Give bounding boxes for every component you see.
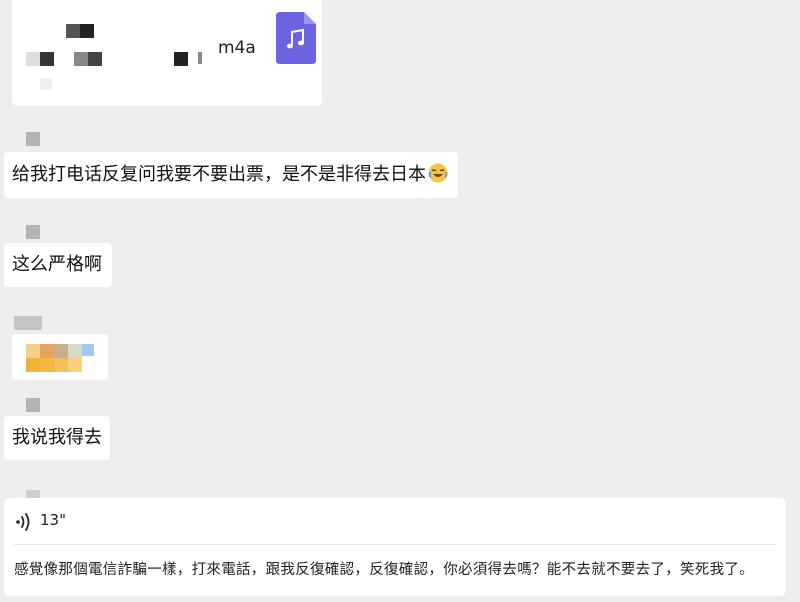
voice-duration: 13" <box>40 511 66 529</box>
blurred-image-block <box>68 344 82 358</box>
blurred-image-bubble[interactable] <box>12 334 108 380</box>
voice-wave-icon[interactable] <box>14 512 34 532</box>
blurred-filename-block <box>80 24 94 38</box>
message-bubble[interactable]: 我说我得去 <box>4 416 110 460</box>
message-bubble[interactable]: 这么严格啊 <box>4 243 112 287</box>
blurred-image-block <box>82 344 94 356</box>
blurred-sender-name <box>14 316 42 330</box>
blurred-image-block <box>40 358 54 372</box>
blurred-image-block <box>40 344 54 358</box>
voice-transcript: 感覺像那個電信詐騙一樣，打來電話，跟我反復確認，反復確認，你必須得去嗎？能不去就… <box>14 562 754 578</box>
blurred-filename-block <box>88 52 102 66</box>
file-name: m4a <box>218 38 256 58</box>
file-message-bubble[interactable]: m4a <box>12 0 322 106</box>
blurred-sender-name <box>26 225 40 239</box>
blurred-image-block <box>68 358 82 372</box>
blurred-image-block <box>54 358 68 372</box>
message-text: 这么严格啊 <box>12 254 102 275</box>
blurred-filename-block <box>66 24 80 38</box>
divider <box>14 544 776 545</box>
blurred-sender-name <box>26 398 40 412</box>
blurred-sender-name <box>26 132 40 146</box>
message-bubble[interactable]: 给我打电话反复问我要不要出票，是不是非得去日本 <box>4 152 458 198</box>
blurred-filename-block <box>26 52 40 66</box>
message-text: 给我打电话反复问我要不要出票，是不是非得去日本 <box>12 163 448 187</box>
music-file-icon <box>276 12 316 64</box>
blurred-filename-block <box>40 52 54 66</box>
blurred-image-block <box>26 344 40 358</box>
blurred-image-block <box>54 344 68 358</box>
voice-message-bubble[interactable]: 13" 感覺像那個電信詐騙一樣，打來電話，跟我反復確認，反復確認，你必須得去嗎？… <box>4 498 786 596</box>
blurred-filename-block <box>198 52 202 64</box>
blurred-filename-block <box>74 52 88 66</box>
laughing-crying-emoji-icon <box>428 163 448 183</box>
blurred-image-block <box>26 358 40 372</box>
message-text: 我说我得去 <box>12 427 102 448</box>
blurred-filename-block <box>174 52 188 66</box>
blurred-filename-block <box>40 78 52 90</box>
